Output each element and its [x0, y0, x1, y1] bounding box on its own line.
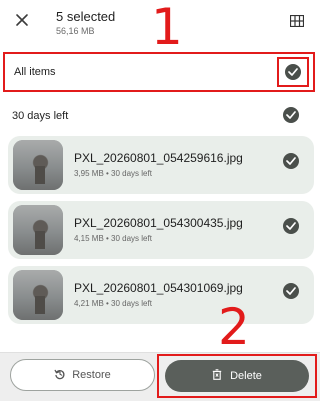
restore-button[interactable]: Restore: [10, 359, 155, 391]
grid-view-icon: [289, 14, 305, 32]
selection-count-title: 5 selected: [56, 9, 116, 24]
bottom-action-bar: Restore Delete: [0, 352, 320, 401]
close-icon: [15, 13, 29, 32]
trash-icon: [212, 369, 222, 383]
section-label: 30 days left: [12, 110, 69, 122]
delete-label: Delete: [230, 370, 262, 382]
file-name: PXL_20260801_054300435.jpg: [74, 216, 243, 230]
file-name: PXL_20260801_054301069.jpg: [74, 281, 243, 295]
annotation-number-1: 1: [151, 0, 183, 56]
file-thumbnail: [13, 270, 63, 320]
file-list-item[interactable]: PXL_20260801_054301069.jpg 4,21 MB • 30 …: [8, 266, 314, 324]
file-name: PXL_20260801_054259616.jpg: [74, 151, 243, 165]
annotation-number-2: 2: [218, 298, 250, 356]
check-circle-icon: [285, 64, 301, 80]
check-circle-icon[interactable]: [283, 107, 299, 123]
restore-label: Restore: [72, 369, 111, 381]
file-meta: 3,95 MB • 30 days left: [74, 169, 152, 178]
file-thumbnail: [13, 205, 63, 255]
grid-view-button[interactable]: [288, 14, 306, 32]
delete-button[interactable]: Delete: [165, 360, 309, 392]
selection-size-subtitle: 56,16 MB: [56, 26, 95, 36]
file-meta: 4,21 MB • 30 days left: [74, 299, 152, 308]
check-circle-icon[interactable]: [283, 153, 299, 169]
check-circle-icon[interactable]: [283, 218, 299, 234]
check-circle-icon[interactable]: [283, 283, 299, 299]
delete-annotation-frame: Delete: [157, 354, 317, 398]
restore-icon: [54, 368, 66, 383]
close-button[interactable]: [8, 8, 36, 36]
all-items-checkbox[interactable]: [277, 57, 309, 87]
all-items-label: All items: [14, 66, 56, 78]
file-list-item[interactable]: PXL_20260801_054300435.jpg 4,15 MB • 30 …: [8, 201, 314, 259]
file-meta: 4,15 MB • 30 days left: [74, 234, 152, 243]
file-list-item[interactable]: PXL_20260801_054259616.jpg 3,95 MB • 30 …: [8, 136, 314, 194]
all-items-row[interactable]: All items: [3, 52, 315, 92]
section-header: 30 days left: [0, 100, 320, 130]
file-thumbnail: [13, 140, 63, 190]
